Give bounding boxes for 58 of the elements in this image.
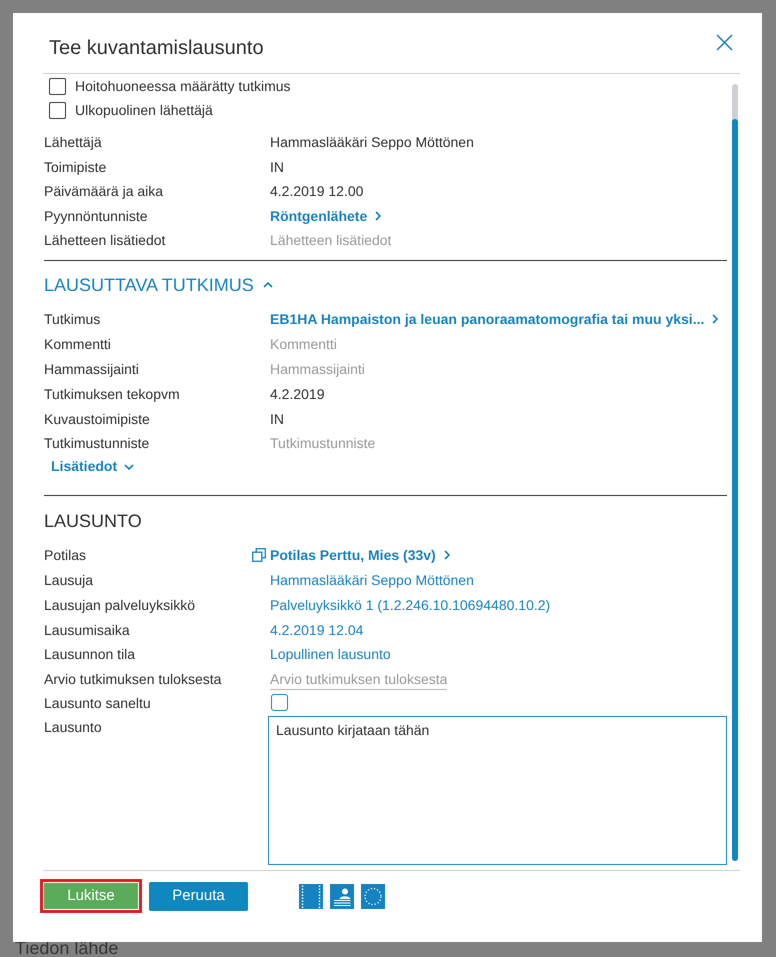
field-label: Lausujan palveluyksikkö — [44, 596, 195, 615]
more-toggle[interactable]: Lisätiedot — [51, 456, 134, 478]
field-link[interactable]: Röntgenlähete — [270, 206, 382, 226]
section-toggle[interactable]: LAUSUTTAVA TUTKIMUS — [44, 271, 273, 299]
chevron-right-icon — [444, 550, 450, 560]
chevron-right-icon — [712, 314, 718, 324]
checkbox[interactable] — [49, 102, 66, 118]
action-button[interactable]: Peruuta — [149, 882, 248, 910]
text-field[interactable]: Hammassijainti — [270, 358, 365, 379]
field-value: Palveluyksikkö 1 (1.2.246.10.10694480.10.2) — [270, 596, 550, 615]
person-card-icon[interactable] — [330, 884, 354, 908]
field-label: Potilas — [44, 546, 86, 566]
checkbox-label: Hoitohuoneessa määrätty tutkimus — [75, 77, 291, 96]
field-label: Arvio tutkimuksen tuloksesta — [44, 670, 222, 690]
chevron-right-icon — [375, 210, 382, 221]
field-label: Kuvaustoimipiste — [44, 410, 150, 429]
chevron-up-icon — [262, 282, 273, 288]
page-label: Tiedon lähde — [15, 939, 118, 957]
field-value: 4.2.2019 12.04 — [270, 620, 364, 640]
field-label: Lausuja — [44, 570, 94, 590]
checkbox[interactable] — [49, 78, 66, 94]
action-button[interactable]: Lukitse — [44, 883, 138, 909]
text-field[interactable]: Lähetteen lisätiedot — [270, 230, 392, 250]
statement-textarea[interactable]: Lausunto kirjataan tähän — [268, 716, 727, 865]
field-label: Tutkimustunniste — [44, 434, 150, 454]
field-link[interactable]: EB1HA Hampaiston ja leuan panoraamatomografia tai muu yksi... — [270, 309, 718, 330]
field-label: Lausunnon tila — [44, 645, 136, 664]
field-label: Lähetteen lisätiedot — [44, 231, 166, 250]
field-label: Kommentti — [44, 335, 111, 354]
field-value: 4.2.2019 — [270, 384, 324, 404]
field-label: Tutkimus — [44, 310, 100, 330]
field-label: Lausunto saneltu — [44, 694, 151, 713]
copy-icon[interactable] — [252, 548, 266, 562]
field-value: Lopullinen lausunto — [270, 645, 391, 664]
field-label: Tutkimuksen tekopvm — [44, 384, 180, 404]
text-field[interactable]: Kommentti — [270, 334, 337, 354]
patient-link[interactable]: Potilas Perttu, Mies (33v) — [270, 545, 450, 566]
field-label: Lähettäjä — [44, 133, 102, 152]
field-value: IN — [270, 410, 284, 429]
field-value: Hammaslääkäri Seppo Möttönen — [270, 570, 474, 590]
close-icon[interactable] — [716, 34, 733, 51]
dotted-sides-icon[interactable] — [299, 884, 323, 908]
text-field[interactable]: Arvio tutkimuksen tuloksesta — [270, 668, 448, 690]
field-value: Hammaslääkäri Seppo Möttönen — [270, 133, 474, 152]
text-field[interactable]: Tutkimustunniste — [270, 433, 376, 454]
field-label: Lausunto — [44, 718, 102, 737]
field-label: Lausumisaika — [44, 620, 130, 640]
field-label: Toimipiste — [44, 158, 106, 177]
chevron-down-icon — [124, 464, 134, 470]
field-value: IN — [270, 158, 284, 177]
checkbox-label: Ulkopuolinen lähettäjä — [75, 101, 213, 120]
field-value: 4.2.2019 12.00 — [270, 182, 364, 202]
dialog-title: Tee kuvantamislausunto — [49, 36, 264, 61]
field-label: Päivämäärä ja aika — [44, 182, 164, 202]
field-label: Pyynnöntunniste — [44, 206, 148, 226]
checkbox[interactable] — [271, 694, 288, 712]
field-label: Hammassijainti — [44, 360, 139, 379]
section-heading: LAUSUNTO — [44, 510, 142, 533]
